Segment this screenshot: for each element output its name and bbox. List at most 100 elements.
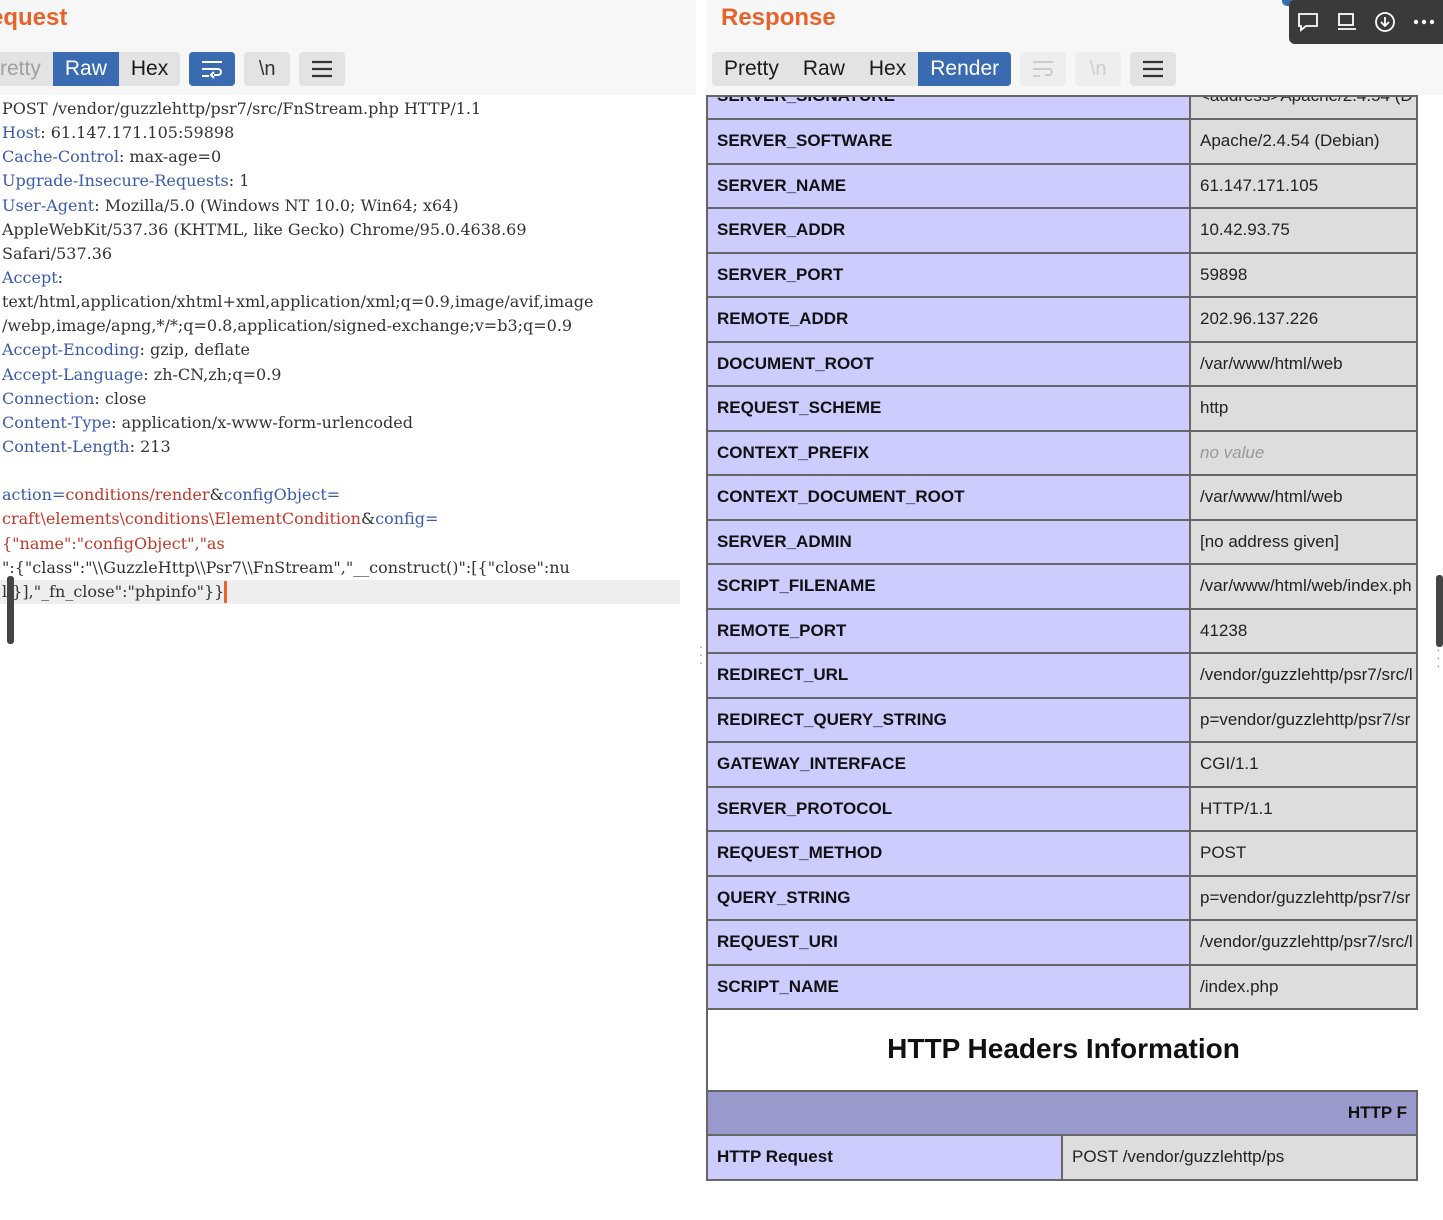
header-value: POST /vendor/guzzlehttp/ps	[1061, 1134, 1418, 1181]
request-editor[interactable]: POST /vendor/guzzlehttp/psr7/src/FnStrea…	[0, 97, 690, 604]
request-scrollbar[interactable]	[7, 576, 14, 644]
panel-icon[interactable]	[1331, 6, 1363, 38]
editor-text: AppleWebKit/537.36 (KHTML, like Gecko) C…	[2, 219, 527, 239]
header-name: Accept-Language	[2, 364, 144, 384]
header-value: 1	[239, 171, 250, 191]
param-value: {"name":"configObject","as	[2, 533, 225, 553]
header-value: 213	[140, 436, 171, 456]
header-name: Cache-Control	[2, 147, 119, 167]
env-name: SCRIPT_NAME	[706, 963, 1191, 1010]
editor-line: Content-Length: 213	[2, 436, 171, 456]
tab-hex[interactable]: Hex	[119, 52, 180, 86]
header-name: Accept	[2, 267, 58, 287]
env-value: 10.42.93.75	[1189, 207, 1418, 254]
newline-toggle-button[interactable]: \n	[1075, 52, 1122, 86]
header-name: User-Agent	[2, 195, 95, 215]
request-tabs: retty Raw Hex \n	[0, 52, 346, 86]
hamburger-icon	[1143, 60, 1164, 78]
pane-divider[interactable]: · · ·	[696, 0, 706, 1220]
header-name: Accept-Encoding	[2, 340, 140, 360]
env-name: DOCUMENT_ROOT	[706, 340, 1191, 387]
tab-render[interactable]: Render	[918, 52, 1012, 86]
param-value: conditions/render	[65, 485, 210, 505]
env-name: SCRIPT_FILENAME	[706, 563, 1191, 610]
header-value: max-age=0	[129, 147, 222, 167]
editor-line: {"name":"configObject","as	[0, 532, 690, 556]
wrap-icon	[202, 61, 223, 79]
env-value: /index.php	[1189, 963, 1418, 1010]
env-value: http	[1189, 385, 1418, 432]
environment-table: SERVER_SIGNATURE <address>Apache/2.4.54 …	[706, 95, 1418, 1010]
env-value: /vendor/guzzlehttp/psr7/src/l	[1189, 919, 1418, 966]
header-name: HTTP Request	[706, 1134, 1063, 1181]
env-name: QUERY_STRING	[706, 874, 1191, 921]
env-name: REQUEST_METHOD	[706, 830, 1191, 877]
editor-text: POST /vendor/guzzlehttp/psr7/src/FnStrea…	[2, 99, 482, 118]
env-name: SERVER_SIGNATURE	[706, 95, 1191, 120]
env-value: 61.147.171.105	[1189, 162, 1418, 209]
section-title: HTTP Headers Information	[706, 1010, 1419, 1090]
env-name: SERVER_SOFTWARE	[706, 118, 1191, 165]
response-menu-button[interactable]	[1130, 52, 1177, 86]
editor-text: text/html,application/xhtml+xml,applicat…	[2, 292, 594, 312]
param-name: configObject	[223, 485, 327, 505]
newline-toggle-button[interactable]: \n	[244, 52, 291, 86]
editor-text: /webp,image/apng,*/*;q=0.8,application/s…	[2, 316, 573, 336]
response-pane: Response Pretty Raw Hex Render \n SERVER…	[706, 0, 1443, 1220]
header-name: Content-Length	[2, 436, 130, 456]
env-value: p=vendor/guzzlehttp/psr7/sr	[1189, 696, 1418, 743]
tab-pretty[interactable]: retty	[0, 52, 53, 86]
editor-line: Upgrade-Insecure-Requests: 1	[2, 171, 250, 191]
table-row: QUERY_STRING p=vendor/guzzlehttp/psr7/sr	[706, 874, 1418, 921]
word-wrap-button[interactable]	[189, 52, 236, 86]
request-view-tabs: retty Raw Hex	[0, 52, 181, 86]
tab-raw[interactable]: Raw	[791, 52, 857, 86]
env-value: 202.96.137.226	[1189, 296, 1418, 343]
param-value: craft\elements\conditions\ElementConditi…	[2, 509, 361, 529]
env-name: SERVER_NAME	[706, 162, 1191, 209]
table-row: SERVER_PROTOCOL HTTP/1.1	[706, 785, 1418, 832]
request-menu-button[interactable]	[299, 52, 346, 86]
header-value: Mozilla/5.0 (Windows NT 10.0; Win64; x64…	[104, 195, 459, 215]
env-name: SERVER_PORT	[706, 251, 1191, 298]
table-row: SCRIPT_NAME/index.php	[706, 963, 1418, 1010]
table-row: REMOTE_PORT 41238	[706, 607, 1418, 654]
tab-pretty[interactable]: Pretty	[712, 52, 791, 86]
comment-icon[interactable]	[1292, 6, 1324, 38]
header-name: Content-Type	[2, 412, 112, 432]
word-wrap-button[interactable]	[1020, 52, 1067, 86]
table-row: REQUEST_METHOD POST	[706, 830, 1418, 877]
header-name: Connection	[2, 388, 95, 408]
more-icon[interactable]	[1408, 6, 1440, 38]
env-value: <address>Apache/2.4.54 (D	[1189, 95, 1418, 120]
tab-hex[interactable]: Hex	[857, 52, 918, 86]
header-name: Host	[2, 123, 41, 143]
table-row: SERVER_ADMIN [no address given]	[706, 518, 1418, 565]
table-row: SERVER_PORT 59898	[706, 251, 1418, 298]
response-scrollbar[interactable]	[1436, 575, 1443, 647]
table-row: SCRIPT_FILENAME/var/www/html/web/index.p…	[706, 563, 1418, 610]
table-row: SERVER_ADDR 10.42.93.75	[706, 207, 1418, 254]
editor-line: /webp,image/apng,*/*;q=0.8,application/s…	[0, 314, 690, 338]
editor-line: Cache-Control: max-age=0	[2, 147, 222, 167]
env-value: /var/www/html/web	[1189, 474, 1418, 521]
editor-line: Connection: close	[2, 388, 147, 408]
header-value: gzip, deflate	[150, 340, 251, 360]
tab-raw[interactable]: Raw	[52, 52, 119, 86]
table-row: GATEWAY_INTERFACE CGI/1.1	[706, 741, 1418, 788]
env-value: Apache/2.4.54 (Debian)	[1189, 118, 1418, 165]
env-name: REMOTE_ADDR	[706, 296, 1191, 343]
env-name: SERVER_PROTOCOL	[706, 785, 1191, 832]
table-row: SERVER_SIGNATURE <address>Apache/2.4.54 …	[706, 95, 1418, 120]
headers-table: HTTP F HTTP Request POST /vendor/guzzleht…	[706, 1090, 1418, 1181]
table-row: SERVER_SOFTWARE Apache/2.4.54 (Debian)	[706, 118, 1418, 165]
env-name: SERVER_ADMIN	[706, 518, 1191, 565]
header-name: Upgrade-Insecure-Requests	[2, 171, 229, 191]
editor-line: Accept:	[2, 267, 69, 287]
env-value: 59898	[1189, 251, 1418, 298]
table-header-row: HTTP F	[706, 1090, 1418, 1136]
download-icon[interactable]	[1369, 6, 1401, 38]
table-row: REQUEST_URI/vendor/guzzlehttp/psr7/src/l	[706, 919, 1418, 966]
table-row: REQUEST_SCHEME http	[706, 385, 1418, 432]
